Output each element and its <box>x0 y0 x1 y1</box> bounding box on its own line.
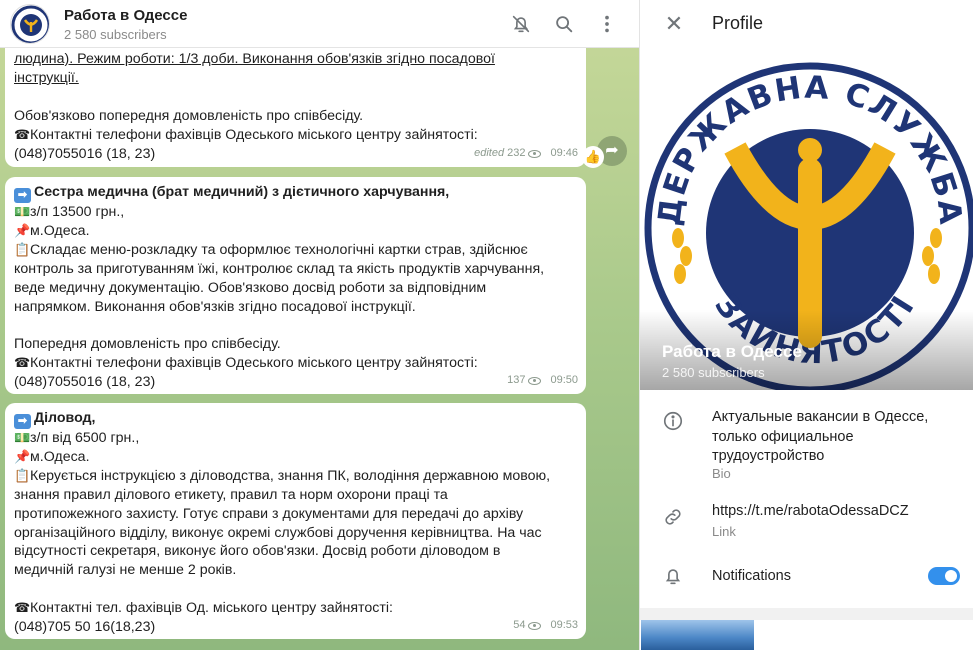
channel-subscribers: 2 580 subscribers <box>64 27 167 42</box>
message-line: Попередня домовленість про співбесіду. <box>14 336 281 353</box>
notifications-row[interactable]: Notifications <box>640 560 973 594</box>
money-icon: 💵 <box>14 430 31 445</box>
bio-label: Bio <box>712 466 731 481</box>
profile-panel: ✕ Profile ДЕРЖАВНА СЛУЖБА ЗАЙНЯТОСТІ <box>639 0 973 650</box>
money-icon: 💵 <box>14 204 31 219</box>
mute-icon[interactable] <box>509 12 533 36</box>
cover-subscribers: 2 580 subscribers <box>662 365 765 380</box>
bell-icon <box>662 565 684 587</box>
message-line: (048)705 50 16(18,23) <box>14 619 156 636</box>
pin-icon: 📌 <box>14 222 31 238</box>
chat-header[interactable]: Работа в Одессе 2 580 subscribers <box>0 0 639 48</box>
notifications-label: Notifications <box>712 568 791 584</box>
message-bubble[interactable]: ➡ Сестра медична (брат медичний) з дієтич… <box>5 177 586 394</box>
arrow-right-icon: ➡ <box>14 414 31 429</box>
channel-link[interactable]: https://t.me/rabotaOdessaDCZ <box>712 502 909 522</box>
notifications-toggle[interactable] <box>928 567 960 585</box>
message-line: знання правил ділового етикету, правил т… <box>14 486 448 503</box>
media-thumbnail[interactable] <box>641 620 754 650</box>
message-line: 📌м.Одеса. <box>14 222 90 239</box>
arrow-right-icon: ➡ <box>14 188 31 203</box>
message-meta: 137 09:50 <box>507 374 578 387</box>
message-line: веде медичну документацію. Обов'язково д… <box>14 279 487 296</box>
reaction-thumbs-up[interactable]: 👍 <box>582 146 604 168</box>
bio-text: Актуальные вакансии в Одессе, только офи… <box>712 409 929 464</box>
message-title: ➡ Сестра медична (брат медичний) з дієтич… <box>14 183 577 203</box>
message-line: протипожежного захисту. Готує справи з д… <box>14 505 524 522</box>
message-line: відсутності секретаря, виконує його обов… <box>14 543 501 560</box>
link-icon <box>662 506 684 528</box>
message-line: ☎Контактні телефони фахівців Одеського м… <box>14 355 478 372</box>
message-line: (048)7055016 (18, 23) <box>14 374 156 391</box>
message-line: напрямком. Виконання обов'язків згідно п… <box>14 298 416 315</box>
message-line: 💵з/п від 6500 грн., <box>14 430 140 446</box>
message-line: 📌м.Одеса. <box>14 448 90 465</box>
message-line <box>14 580 577 599</box>
phone-icon: ☎ <box>14 355 31 371</box>
section-divider <box>640 608 973 620</box>
pin-icon: 📌 <box>14 448 31 464</box>
phone-icon: ☎ <box>14 126 31 142</box>
message-title: ➡ Діловод, <box>14 409 577 429</box>
message-line: 📋Складає меню-розкладку та оформлює техн… <box>14 241 528 258</box>
profile-header: ✕ Profile <box>640 0 973 48</box>
views-icon <box>528 376 542 385</box>
message-line: інструкції. <box>14 69 79 86</box>
bio-row[interactable]: Актуальные вакансии в Одессе, только офи… <box>640 400 973 490</box>
profile-title: Profile <box>712 13 764 33</box>
search-icon[interactable] <box>552 12 576 36</box>
views-icon <box>528 149 542 158</box>
more-vert-icon[interactable] <box>595 12 619 36</box>
message-line: 💵з/п 13500 грн., <box>14 204 125 220</box>
close-icon[interactable]: ✕ <box>662 12 686 36</box>
views-icon <box>528 621 542 630</box>
message-line <box>14 88 577 107</box>
message-line <box>14 316 577 335</box>
phone-icon: ☎ <box>14 600 31 616</box>
chat-panel: людина). Режим роботи: 1/3 доби. Виконан… <box>0 0 639 650</box>
message-bubble[interactable]: ➡ Діловод, 💵з/п від 6500 грн., 📌м.Одеса. … <box>5 403 586 639</box>
message-line: 📋Керується інструкцією з діловодства, зн… <box>14 467 551 484</box>
message-line: людина). Режим роботи: 1/3 доби. Виконан… <box>14 51 495 67</box>
link-row[interactable]: https://t.me/rabotaOdessaDCZ Link <box>640 500 973 544</box>
channel-title: Работа в Одессе <box>64 7 188 24</box>
message-line: ☎Контактні телефони фахівців Одеського м… <box>14 126 478 143</box>
link-label: Link <box>712 524 736 539</box>
message-line: організаційного відділу, виконує окремі … <box>14 524 542 541</box>
message-line: контроль за приготуванням їжі, контролює… <box>14 260 545 277</box>
clipboard-icon: 📋 <box>14 467 31 483</box>
channel-avatar[interactable] <box>10 4 50 44</box>
message-line: медичній галузі не менше 2 років. <box>14 562 237 579</box>
message-meta: 54 09:53 <box>513 619 578 632</box>
message-line: ☎Контактні тел. фахівців Од. міського це… <box>14 600 393 617</box>
profile-cover[interactable]: ДЕРЖАВНА СЛУЖБА ЗАЙНЯТОСТІ Работа в Одес… <box>640 48 973 390</box>
cover-channel-name: Работа в Одессе <box>662 342 802 361</box>
message-meta: edited 232 09:46 <box>474 147 578 160</box>
message-bubble[interactable]: людина). Режим роботи: 1/3 доби. Виконан… <box>5 38 586 167</box>
clipboard-icon: 📋 <box>14 241 31 257</box>
info-icon <box>662 410 684 432</box>
message-line: Обов'язково попередня домовленість про с… <box>14 107 364 124</box>
